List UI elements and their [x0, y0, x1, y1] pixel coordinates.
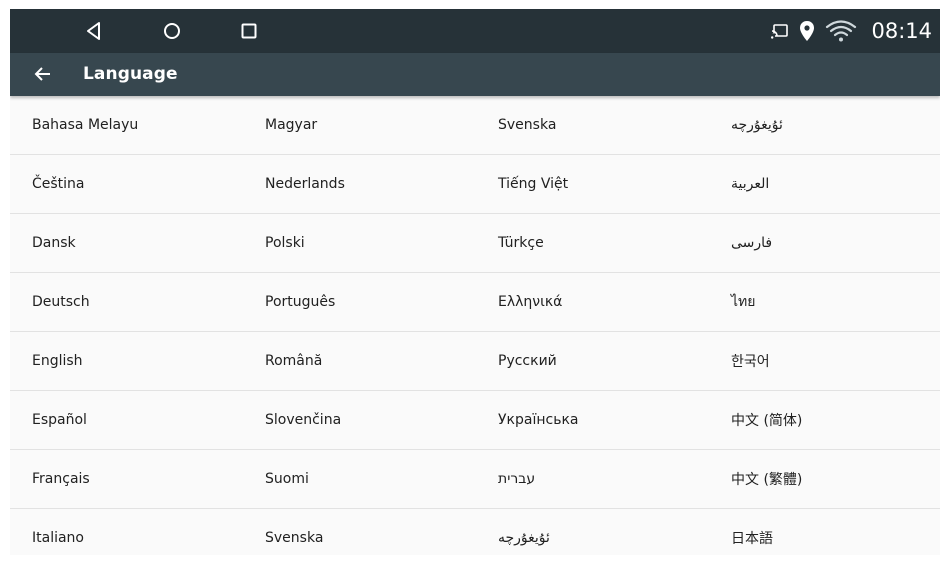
- language-option[interactable]: العربية: [709, 155, 940, 214]
- language-grid: Bahasa Melayu Čeština Dansk Deutsch English E…: [10, 96, 940, 555]
- screen: 08:14 Language Bahasa Melayu Čeština Dansk…: [10, 9, 940, 555]
- language-option[interactable]: Slovenčina: [243, 391, 476, 450]
- language-option[interactable]: Polski: [243, 214, 476, 273]
- language-option[interactable]: Nederlands: [243, 155, 476, 214]
- wifi-icon: [825, 19, 857, 43]
- status-bar: 08:14: [10, 9, 940, 53]
- nav-home-icon[interactable]: [160, 19, 184, 43]
- language-option[interactable]: Türkçe: [476, 214, 709, 273]
- language-option[interactable]: Bahasa Melayu: [10, 96, 243, 155]
- language-option[interactable]: Français: [10, 450, 243, 509]
- language-option[interactable]: Español: [10, 391, 243, 450]
- location-icon: [799, 20, 815, 42]
- language-option[interactable]: ไทย: [709, 273, 940, 332]
- nav-back-icon[interactable]: [82, 19, 106, 43]
- page-title: Language: [83, 64, 178, 84]
- language-option[interactable]: 한국어: [709, 332, 940, 391]
- language-option[interactable]: עברית: [476, 450, 709, 509]
- language-option[interactable]: Українська: [476, 391, 709, 450]
- back-button[interactable]: [32, 63, 54, 85]
- language-option[interactable]: Svenska: [243, 509, 476, 555]
- language-option[interactable]: 中文 (繁體): [709, 450, 940, 509]
- language-option[interactable]: Română: [243, 332, 476, 391]
- language-option[interactable]: ئۇيغۇرچە: [709, 96, 940, 155]
- cast-icon: [771, 23, 789, 39]
- language-option[interactable]: English: [10, 332, 243, 391]
- language-option[interactable]: 中文 (简体): [709, 391, 940, 450]
- language-option[interactable]: ئۇيغۇرچە: [476, 509, 709, 555]
- language-option[interactable]: 日本語: [709, 509, 940, 555]
- clock: 08:14: [871, 19, 932, 43]
- app-bar: Language: [10, 53, 940, 96]
- language-option[interactable]: Deutsch: [10, 273, 243, 332]
- language-option[interactable]: Dansk: [10, 214, 243, 273]
- language-option[interactable]: Português: [243, 273, 476, 332]
- language-option[interactable]: فارسی: [709, 214, 940, 273]
- language-option[interactable]: Magyar: [243, 96, 476, 155]
- status-indicators: 08:14: [771, 9, 932, 53]
- nav-recents-icon[interactable]: [237, 19, 261, 43]
- language-option[interactable]: Italiano: [10, 509, 243, 555]
- language-option[interactable]: Русский: [476, 332, 709, 391]
- language-option[interactable]: Svenska: [476, 96, 709, 155]
- language-option[interactable]: Ελληνικά: [476, 273, 709, 332]
- language-option[interactable]: Suomi: [243, 450, 476, 509]
- language-option[interactable]: Čeština: [10, 155, 243, 214]
- language-option[interactable]: Tiếng Việt: [476, 155, 709, 214]
- arrow-left-icon: [34, 67, 50, 81]
